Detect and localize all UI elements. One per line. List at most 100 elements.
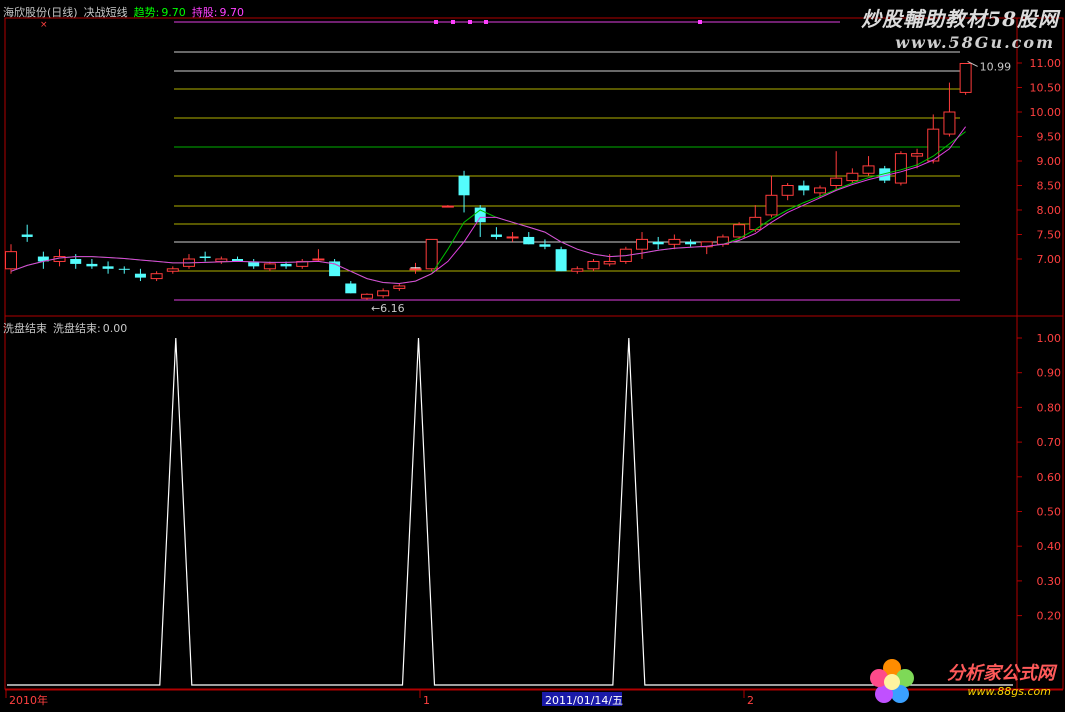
candle-body [959, 62, 972, 93]
candle-body [166, 268, 179, 272]
candle-body [765, 194, 778, 216]
candle-body [345, 283, 357, 294]
candle [441, 205, 454, 208]
candle-body [21, 234, 33, 237]
candle [393, 283, 406, 291]
candle-body [830, 177, 843, 186]
candle [539, 239, 551, 250]
candle [166, 266, 179, 274]
candle [296, 259, 309, 269]
bottom-series-value: 0.00 [102, 322, 128, 335]
candle [345, 281, 357, 294]
candle [248, 259, 260, 269]
low-annotation: ←6.16 [371, 302, 405, 315]
candle-body [571, 268, 584, 272]
hold-value: 9.70 [219, 6, 245, 19]
chart-svg: ×11.0010.5010.009.509.008.508.007.507.00… [4, 17, 1064, 707]
sub-y-tick-label: 0.20 [1037, 610, 1062, 623]
y-tick-label: 10.00 [1030, 106, 1062, 119]
x-label-year: 2010年 [9, 693, 48, 707]
candle [571, 266, 584, 274]
y-tick-label: 9.00 [1037, 155, 1062, 168]
sub-y-tick-label: 0.40 [1037, 540, 1062, 553]
candle-body [668, 238, 681, 245]
candle-body [814, 187, 826, 194]
y-tick-label: 8.00 [1037, 204, 1062, 217]
candle-body [393, 285, 406, 289]
signal-dot [434, 20, 438, 24]
signal-dot [698, 20, 702, 24]
y-tick-label: 9.50 [1037, 131, 1062, 144]
cursor-date-label: 2011/01/14/五 [545, 694, 623, 707]
candle-body [781, 185, 794, 196]
bottom-header: 洗盘结束 洗盘结束: 0.00 [3, 320, 133, 336]
candle-body [555, 249, 567, 272]
candle [862, 156, 875, 176]
bottom-logo-text: 分析家公式网 [947, 663, 1055, 684]
washout-line [7, 337, 1013, 686]
stock-title: 海欣股份(日线) [3, 6, 78, 19]
candle [150, 271, 163, 282]
candle [21, 224, 33, 242]
candle-body [862, 165, 875, 174]
top-header: 海欣股份(日线) 决战短线 趋势: 9.70 持股: 9.70 [3, 4, 250, 20]
candle-body [749, 216, 762, 231]
candle [182, 254, 195, 269]
y-tick-label: 8.50 [1037, 180, 1062, 193]
sub-y-tick-label: 0.60 [1037, 471, 1062, 484]
watermark-title: 炒股輔助教材58股网 [861, 7, 1059, 31]
bottom-series-label: 洗盘结束: [53, 322, 101, 335]
candle [668, 234, 681, 250]
candle-body [377, 290, 390, 297]
sub-y-tick-label: 0.90 [1037, 367, 1062, 380]
candle [523, 232, 535, 245]
candle [215, 256, 228, 264]
candle-body [5, 251, 17, 270]
candle [102, 261, 114, 274]
candle-body [118, 268, 130, 270]
sub-y-tick-label: 0.80 [1037, 401, 1062, 414]
candle-body [846, 172, 859, 182]
chart-stage: × 11.00 10.50 10.00 9.50 9.00 8.50 8.00 7.50 7.00… [0, 0, 1065, 712]
candle [943, 82, 956, 137]
candle-body [685, 241, 697, 245]
candle-body [587, 260, 600, 270]
candle [232, 256, 244, 262]
hold-line [10, 126, 967, 285]
candle-body [636, 238, 649, 250]
candle-body [943, 111, 956, 135]
x-label-month-2: 2 [747, 694, 754, 707]
candle-body [409, 268, 422, 271]
candle-body [539, 244, 551, 247]
candle-body [360, 293, 373, 299]
candle [86, 259, 98, 269]
candle [765, 175, 778, 218]
x-label-month-1: 1 [423, 694, 430, 707]
candle-body [523, 236, 535, 245]
candle [959, 62, 972, 95]
sub-y-tick-label: 0.50 [1037, 506, 1062, 519]
candle [329, 259, 341, 277]
candle [425, 238, 438, 272]
bottom-indicator-name: 洗盘结束 [3, 322, 47, 335]
candle-body [441, 205, 454, 208]
candle [490, 227, 502, 240]
flower-logo-icon [870, 659, 914, 703]
signal-dot [451, 20, 455, 24]
candle [700, 241, 713, 255]
candle-body [86, 263, 98, 267]
candle [134, 268, 146, 282]
candle [749, 205, 762, 233]
candle-body [280, 263, 292, 267]
candle [555, 246, 567, 272]
signal-dot [468, 20, 472, 24]
candle-body [263, 263, 276, 270]
candle [312, 249, 325, 262]
candle [636, 232, 649, 259]
bottom-logo-url: www.88gs.com [967, 685, 1051, 698]
candle-body [134, 273, 146, 278]
high-annotation: 10.99 [980, 60, 1012, 73]
sub-y-tick-label: 0.70 [1037, 436, 1062, 449]
candle [263, 261, 276, 272]
candle [199, 251, 211, 262]
